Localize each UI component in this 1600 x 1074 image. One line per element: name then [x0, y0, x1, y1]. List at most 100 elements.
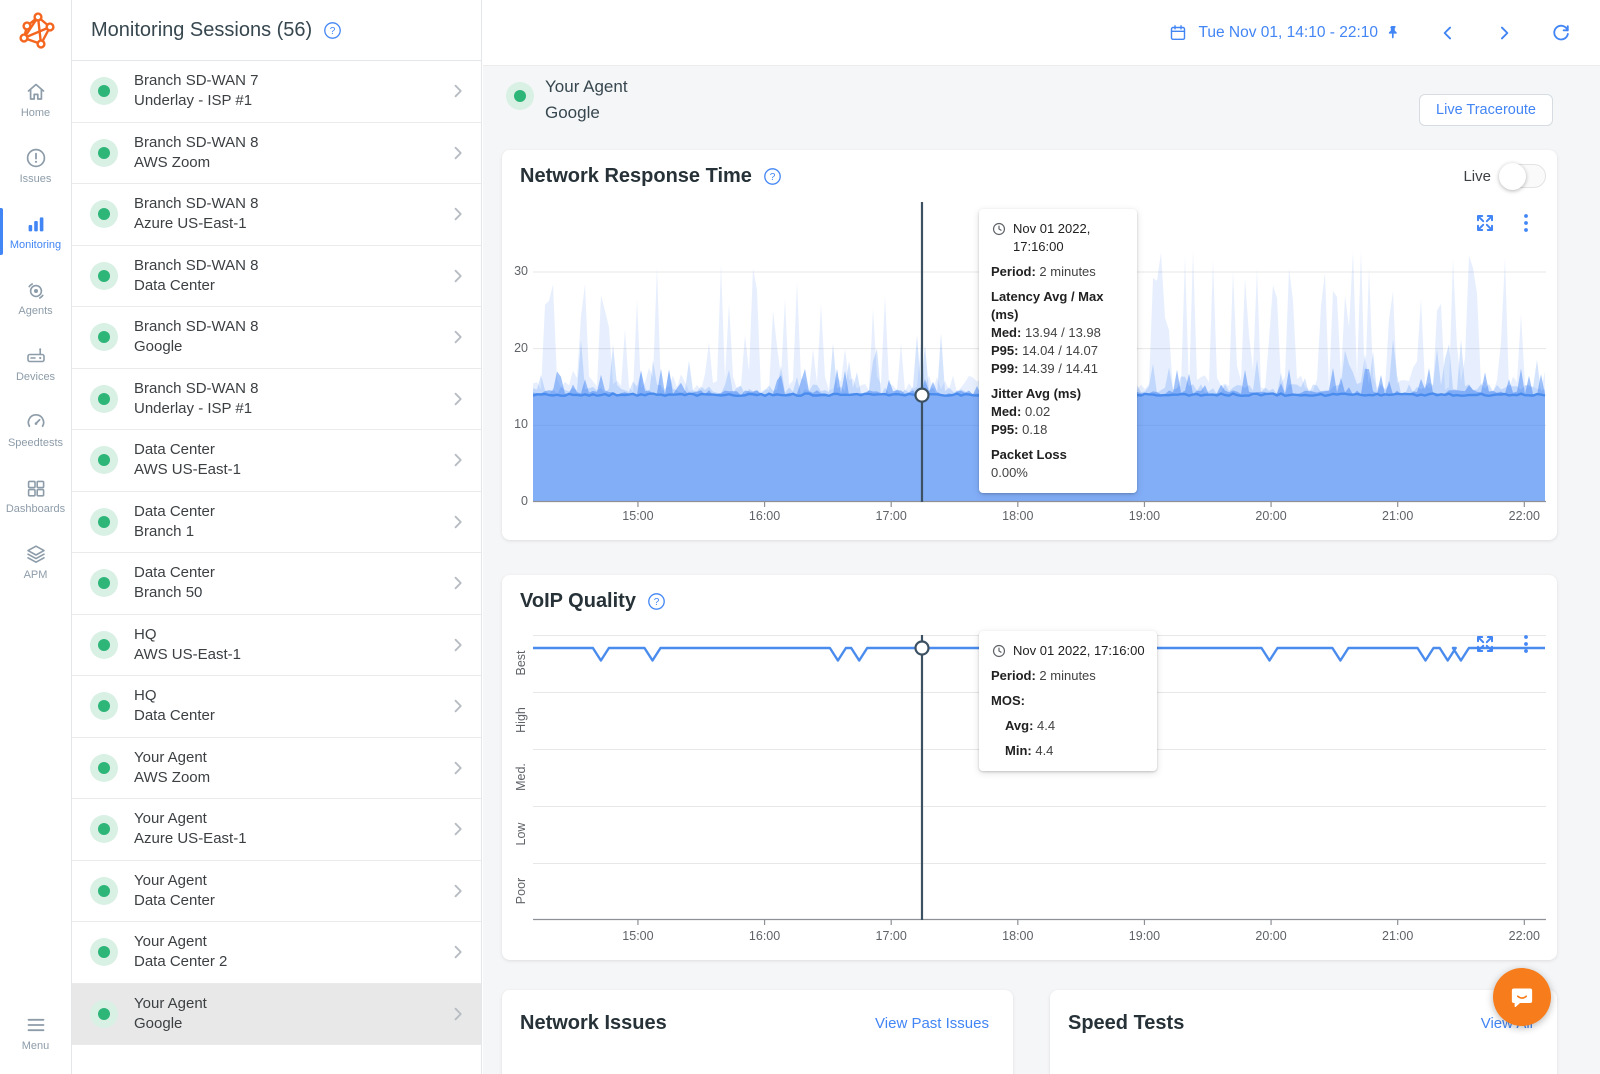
session-row-data-center-branch-1[interactable]: Data Center Branch 1: [72, 492, 481, 554]
home-icon: [24, 80, 48, 104]
help-icon[interactable]: ?: [762, 166, 783, 187]
chevron-right-icon: [447, 1003, 469, 1025]
session-line1: Data Center: [134, 502, 215, 522]
med-value: 13.94 / 13.98: [1025, 325, 1101, 340]
session-line1: HQ: [134, 686, 215, 706]
session-status-dot: [90, 262, 118, 290]
agents-icon: [24, 278, 48, 302]
session-row-your-agent-google[interactable]: Your Agent Google: [72, 984, 481, 1046]
chat-launcher-button[interactable]: [1493, 968, 1551, 1026]
session-line1: Branch SD-WAN 8: [134, 133, 258, 153]
svg-text:?: ?: [330, 26, 336, 37]
expand-chart-icon[interactable]: [1473, 632, 1497, 656]
brand-network-logo-icon[interactable]: [14, 9, 58, 53]
chevron-left-icon[interactable]: [1438, 23, 1458, 43]
x-tick-label: 19:00: [1122, 509, 1166, 523]
tooltip-datetime: Nov 01 2022, 17:16:00: [1013, 642, 1145, 660]
sidebar-item-label: Menu: [22, 1040, 50, 1052]
chevron-right-icon: [447, 757, 469, 779]
session-row-branch-sd-wan-8-azure-us-east-1[interactable]: Branch SD-WAN 8 Azure US-East-1: [72, 184, 481, 246]
sidebar-item-menu[interactable]: Menu: [0, 1013, 71, 1052]
session-line2: Underlay - ISP #1: [134, 399, 258, 419]
live-traceroute-button[interactable]: Live Traceroute: [1419, 94, 1553, 126]
x-tick-label: 15:00: [616, 929, 660, 943]
nrt-chart-tools: [1473, 211, 1533, 235]
period-value: 2 minutes: [1039, 264, 1095, 279]
chevron-right-icon: [447, 326, 469, 348]
session-row-branch-sd-wan-8-underlay-isp-1[interactable]: Branch SD-WAN 8 Underlay - ISP #1: [72, 369, 481, 431]
clock-icon: [991, 643, 1007, 659]
apm-icon: [24, 542, 48, 566]
session-status-dot: [90, 385, 118, 413]
kebab-menu-icon[interactable]: [1519, 632, 1533, 656]
session-row-branch-sd-wan-8-google[interactable]: Branch SD-WAN 8 Google: [72, 307, 481, 369]
help-icon[interactable]: ?: [646, 591, 667, 612]
devices-icon: [24, 344, 48, 368]
session-row-data-center-aws-us-east-1[interactable]: Data Center AWS US-East-1: [72, 430, 481, 492]
main-content: Tue Nov 01, 14:10 - 22:10 Your Agent Goo…: [483, 0, 1600, 1074]
jitter-med-value: 0.02: [1025, 404, 1050, 419]
session-line1: HQ: [134, 625, 241, 645]
network-response-time-card: Network Response Time ? Live 3020100 15:…: [502, 150, 1557, 540]
session-row-your-agent-aws-zoom[interactable]: Your Agent AWS Zoom: [72, 738, 481, 800]
x-tick-label: 18:00: [996, 929, 1040, 943]
hamburger-menu-icon: [24, 1013, 48, 1037]
session-line2: Data Center 2: [134, 952, 227, 972]
clock-icon: [991, 221, 1007, 237]
sidebar-item-dashboards[interactable]: Dashboards: [0, 476, 71, 515]
session-row-hq-data-center[interactable]: HQ Data Center: [72, 676, 481, 738]
session-line1: Your Agent: [134, 994, 207, 1014]
session-status-dot: [90, 1000, 118, 1028]
date-range-text[interactable]: Tue Nov 01, 14:10 - 22:10: [1198, 24, 1378, 42]
view-past-issues-link[interactable]: View Past Issues: [875, 1015, 989, 1032]
session-line1: Data Center: [134, 440, 241, 460]
live-toggle-label: Live: [1463, 168, 1491, 185]
sidebar-item-devices[interactable]: Devices: [0, 344, 71, 383]
latency-header: Latency Avg / Max (ms): [991, 288, 1125, 324]
kebab-menu-icon[interactable]: [1519, 211, 1533, 235]
calendar-icon[interactable]: [1168, 23, 1188, 43]
y-band-label: Low: [514, 811, 528, 857]
sidebar-item-apm[interactable]: APM: [0, 542, 71, 581]
agent-header: Your Agent Google Live Traceroute: [483, 66, 1600, 150]
mos-avg-label: Avg:: [1005, 718, 1033, 733]
live-toggle[interactable]: [1500, 164, 1546, 188]
y-tick-label: 10: [504, 417, 528, 431]
period-value: 2 minutes: [1039, 668, 1095, 683]
p99-value: 14.39 / 14.41: [1022, 361, 1098, 376]
sessions-list: Branch SD-WAN 7 Underlay - ISP #1 Branch…: [72, 61, 481, 1074]
help-icon[interactable]: ?: [322, 20, 343, 41]
session-row-data-center-branch-50[interactable]: Data Center Branch 50: [72, 553, 481, 615]
tooltip-datetime: Nov 01 2022, 17:16:00: [1013, 220, 1125, 256]
svg-text:?: ?: [654, 597, 660, 608]
session-line2: Azure US-East-1: [134, 829, 247, 849]
session-row-hq-aws-us-east-1[interactable]: HQ AWS US-East-1: [72, 615, 481, 677]
session-line2: Data Center: [134, 706, 215, 726]
y-tick-label: 0: [504, 494, 528, 508]
sidebar-item-issues[interactable]: Issues: [0, 146, 71, 185]
session-row-branch-sd-wan-8-aws-zoom[interactable]: Branch SD-WAN 8 AWS Zoom: [72, 123, 481, 185]
session-status-dot: [90, 877, 118, 905]
sidebar-item-home[interactable]: Home: [0, 80, 71, 119]
session-line1: Branch SD-WAN 7: [134, 71, 258, 91]
x-tick-label: 16:00: [743, 929, 787, 943]
sidebar-item-monitoring[interactable]: Monitoring: [0, 212, 71, 251]
sidebar-nav: Home Issues Monitoring Agents Devices Sp…: [0, 80, 71, 581]
expand-chart-icon[interactable]: [1473, 211, 1497, 235]
session-row-your-agent-azure-us-east-1[interactable]: Your Agent Azure US-East-1: [72, 799, 481, 861]
issues-icon: [24, 146, 48, 170]
refresh-icon[interactable]: [1550, 22, 1572, 44]
session-row-your-agent-data-center[interactable]: Your Agent Data Center: [72, 861, 481, 923]
session-row-your-agent-data-center-2[interactable]: Your Agent Data Center 2: [72, 922, 481, 984]
session-row-branch-sd-wan-8-data-center[interactable]: Branch SD-WAN 8 Data Center: [72, 246, 481, 308]
pin-icon[interactable]: [1385, 24, 1402, 41]
med-label: Med:: [991, 325, 1021, 340]
chevron-right-icon[interactable]: [1494, 23, 1514, 43]
x-tick-label: 17:00: [869, 929, 913, 943]
chevron-right-icon: [447, 572, 469, 594]
session-row-branch-sd-wan-7-underlay-isp-1[interactable]: Branch SD-WAN 7 Underlay - ISP #1: [72, 61, 481, 123]
jitter-p95-value: 0.18: [1022, 422, 1047, 437]
session-line2: AWS US-East-1: [134, 645, 241, 665]
sidebar-item-speedtests[interactable]: Speedtests: [0, 410, 71, 449]
sidebar-item-agents[interactable]: Agents: [0, 278, 71, 317]
